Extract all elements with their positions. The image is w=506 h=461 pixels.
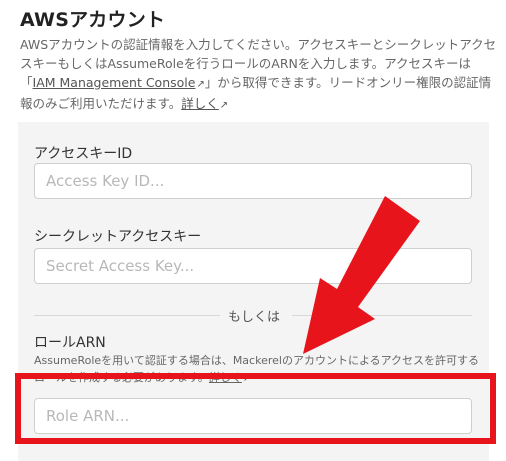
role-arn-label: ロールARN (34, 335, 106, 351)
role-arn-note: AssumeRoleを用いて認証する場合は、Mackerelのアカウントによるア… (34, 352, 489, 387)
access-key-label: アクセスキーID (34, 146, 133, 162)
external-link-icon: ↗ (196, 79, 205, 90)
description: AWSアカウントの認証情報を入力してください。アクセスキーとシークレットアクセス… (20, 35, 498, 115)
role-arn-details-link[interactable]: 詳しく (209, 371, 242, 384)
credentials-panel: アクセスキーID シークレットアクセスキー もしくは ロールARN Assume… (18, 122, 489, 461)
page-title: AWSアカウント (20, 9, 166, 31)
separator-text: もしくは (228, 310, 281, 325)
secret-key-label: シークレットアクセスキー (34, 229, 202, 245)
separator-line-right (292, 315, 472, 316)
role-arn-note-text: AssumeRoleを用いて認証する場合は、Mackerelのアカウントによるア… (34, 354, 480, 384)
details-link[interactable]: 詳しく (181, 96, 219, 111)
iam-console-link[interactable]: IAM Management Console (33, 75, 196, 90)
access-key-input[interactable] (34, 163, 472, 199)
external-link-icon: ↗ (242, 373, 252, 384)
secret-key-input[interactable] (34, 248, 472, 284)
external-link-icon: ↗ (219, 100, 229, 111)
separator-line-left (34, 315, 220, 316)
role-arn-input[interactable] (34, 398, 472, 434)
